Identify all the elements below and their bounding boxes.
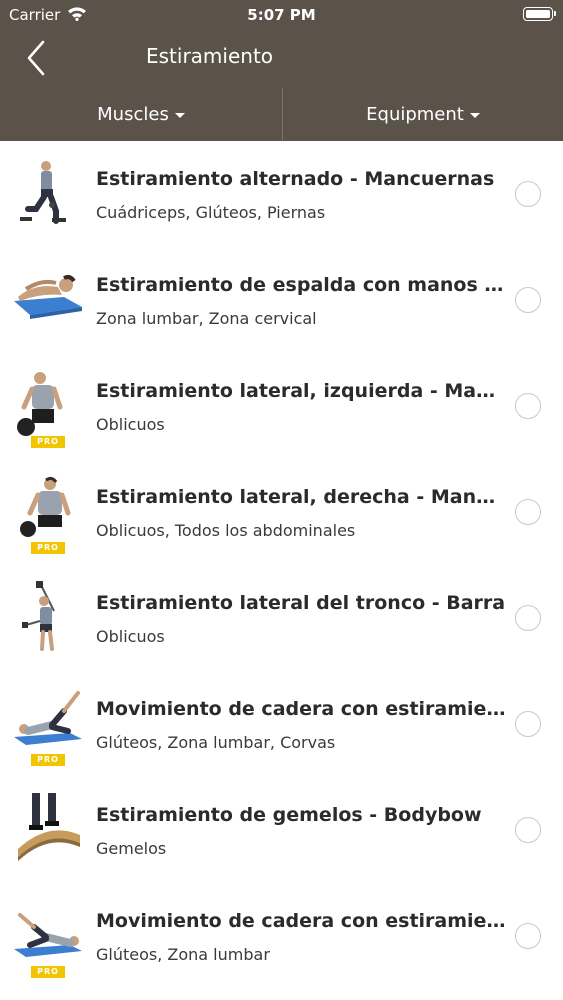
lunge-stretch-thumbnail: [20, 161, 66, 224]
select-radio[interactable]: [515, 817, 541, 843]
exercise-name: Estiramiento alternado - Mancuernas: [96, 168, 495, 190]
status-bar: Carrier 5:07 PM: [0, 0, 563, 30]
equipment-filter-button[interactable]: Equipment: [283, 88, 563, 141]
exercise-muscles: Cuádriceps, Glúteos, Piernas: [96, 203, 326, 222]
exercise-row[interactable]: PRO Movimiento de cadera con estiramient…: [0, 671, 563, 777]
exercise-name: Estiramiento de gemelos - Bodybow: [96, 804, 482, 826]
hip-raise-thumbnail: [14, 913, 82, 957]
exercise-muscles: Oblicuos, Todos los abdominales: [96, 521, 356, 540]
battery-icon: [523, 7, 556, 21]
exercise-name: Movimiento de cadera con estiramiento...: [96, 910, 506, 932]
exercise-name: Estiramiento lateral, derecha - Mancuer.…: [96, 486, 506, 508]
select-radio[interactable]: [515, 287, 541, 313]
exercise-row[interactable]: PRO Estiramiento lateral, derecha - Manc…: [0, 459, 563, 565]
exercise-name: Estiramiento lateral, izquierda - Mancue…: [96, 380, 506, 402]
back-chevron-icon[interactable]: [22, 38, 52, 78]
barbell-side-bend-thumbnail: [22, 581, 55, 651]
exercise-muscles: Zona lumbar, Zona cervical: [96, 309, 317, 328]
exercise-row[interactable]: Estiramiento alternado - Mancuernas Cuád…: [0, 141, 563, 247]
select-radio[interactable]: [515, 181, 541, 207]
exercise-muscles: Oblicuos: [96, 415, 165, 434]
exercise-muscles: Gemelos: [96, 839, 167, 858]
exercise-row[interactable]: Estiramiento de gemelos - Bodybow Gemelo…: [0, 777, 563, 883]
side-stretch-thumbnail: [17, 372, 63, 436]
side-stretch-thumbnail: [20, 476, 71, 537]
back-stretch-thumbnail: [14, 275, 82, 319]
status-time: 5:07 PM: [247, 6, 316, 24]
exercise-name: Estiramiento lateral del tronco - Barra: [96, 592, 506, 614]
exercise-row[interactable]: Estiramiento de espalda con manos sob...…: [0, 247, 563, 353]
exercise-list: Estiramiento alternado - Mancuernas Cuád…: [0, 141, 563, 989]
pro-badge: PRO: [31, 966, 65, 978]
page-title: Estiramiento: [146, 44, 274, 68]
muscles-filter-button[interactable]: Muscles: [0, 88, 282, 141]
select-radio[interactable]: [515, 711, 541, 737]
exercise-muscles: Glúteos, Zona lumbar, Corvas: [96, 733, 336, 752]
select-radio[interactable]: [515, 923, 541, 949]
header: Carrier 5:07 PM Estiramiento Muscles Equ…: [0, 0, 563, 141]
exercise-muscles: Oblicuos: [96, 627, 165, 646]
hip-raise-thumbnail: [14, 691, 82, 745]
exercise-name: Movimiento de cadera con estiramiento...: [96, 698, 506, 720]
exercise-row[interactable]: Estiramiento lateral del tronco - Barra …: [0, 565, 563, 671]
pro-badge: PRO: [31, 436, 65, 448]
muscles-filter-label: Muscles: [97, 104, 169, 125]
calf-stretch-thumbnail: [18, 793, 80, 861]
pro-badge: PRO: [31, 754, 65, 766]
select-radio[interactable]: [515, 605, 541, 631]
pro-badge: PRO: [31, 542, 65, 554]
equipment-filter-label: Equipment: [366, 104, 464, 125]
select-radio[interactable]: [515, 499, 541, 525]
exercise-name: Estiramiento de espalda con manos sob...: [96, 274, 506, 296]
caret-down-icon: [469, 112, 480, 118]
exercise-row[interactable]: PRO Movimiento de cadera con estiramient…: [0, 883, 563, 989]
select-radio[interactable]: [515, 393, 541, 419]
exercise-row[interactable]: PRO Estiramiento lateral, izquierda - Ma…: [0, 353, 563, 459]
filter-bar: Muscles Equipment: [0, 88, 563, 141]
exercise-muscles: Glúteos, Zona lumbar: [96, 945, 270, 964]
caret-down-icon: [174, 112, 185, 118]
